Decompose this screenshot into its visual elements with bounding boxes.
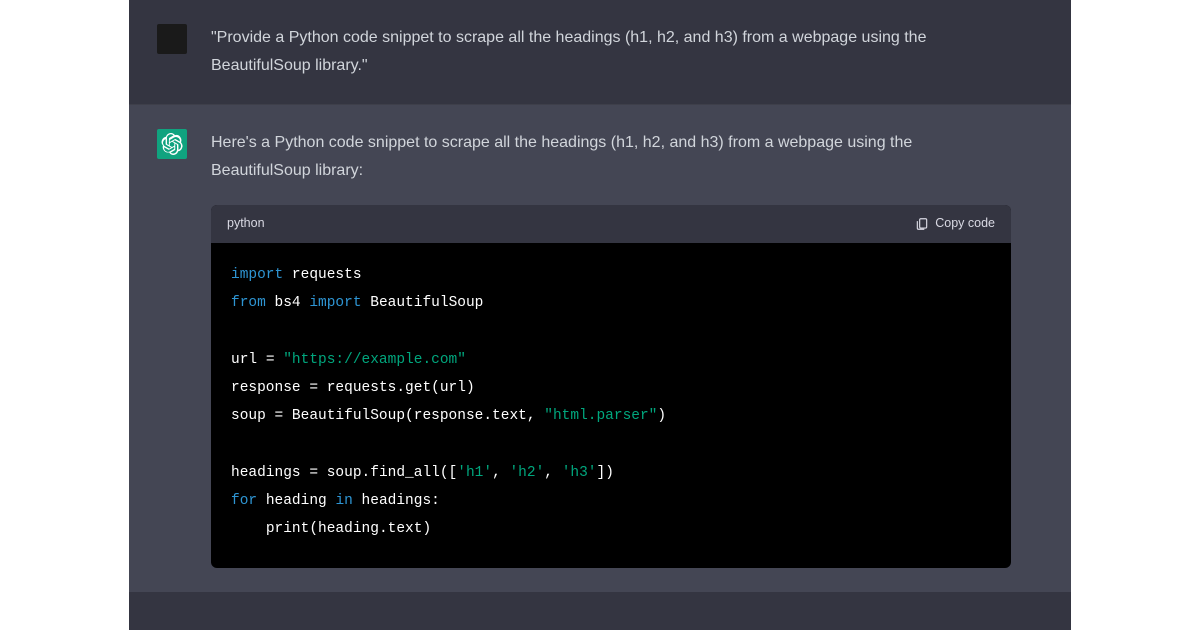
chat-column: "Provide a Python code snippet to scrape… <box>129 0 1071 630</box>
copy-code-button[interactable]: Copy code <box>915 213 995 235</box>
code-block-header: python Copy code <box>211 205 1011 243</box>
user-message-text: "Provide a Python code snippet to scrape… <box>211 24 1011 80</box>
user-message-content: "Provide a Python code snippet to scrape… <box>211 24 1011 80</box>
code-content[interactable]: import requests from bs4 import Beautifu… <box>211 243 1011 568</box>
assistant-message: Here's a Python code snippet to scrape a… <box>129 105 1071 592</box>
assistant-avatar <box>157 129 187 159</box>
openai-logo-icon <box>161 133 183 155</box>
page-viewport: "Provide a Python code snippet to scrape… <box>0 0 1200 630</box>
user-message: "Provide a Python code snippet to scrape… <box>129 0 1071 105</box>
code-block: python Copy code import requests from bs… <box>211 205 1011 568</box>
assistant-message-content: Here's a Python code snippet to scrape a… <box>211 129 1011 568</box>
assistant-intro-text: Here's a Python code snippet to scrape a… <box>211 129 1011 185</box>
copy-code-label: Copy code <box>935 213 995 235</box>
code-language-label: python <box>227 213 265 235</box>
clipboard-icon <box>915 217 929 231</box>
user-avatar <box>157 24 187 54</box>
